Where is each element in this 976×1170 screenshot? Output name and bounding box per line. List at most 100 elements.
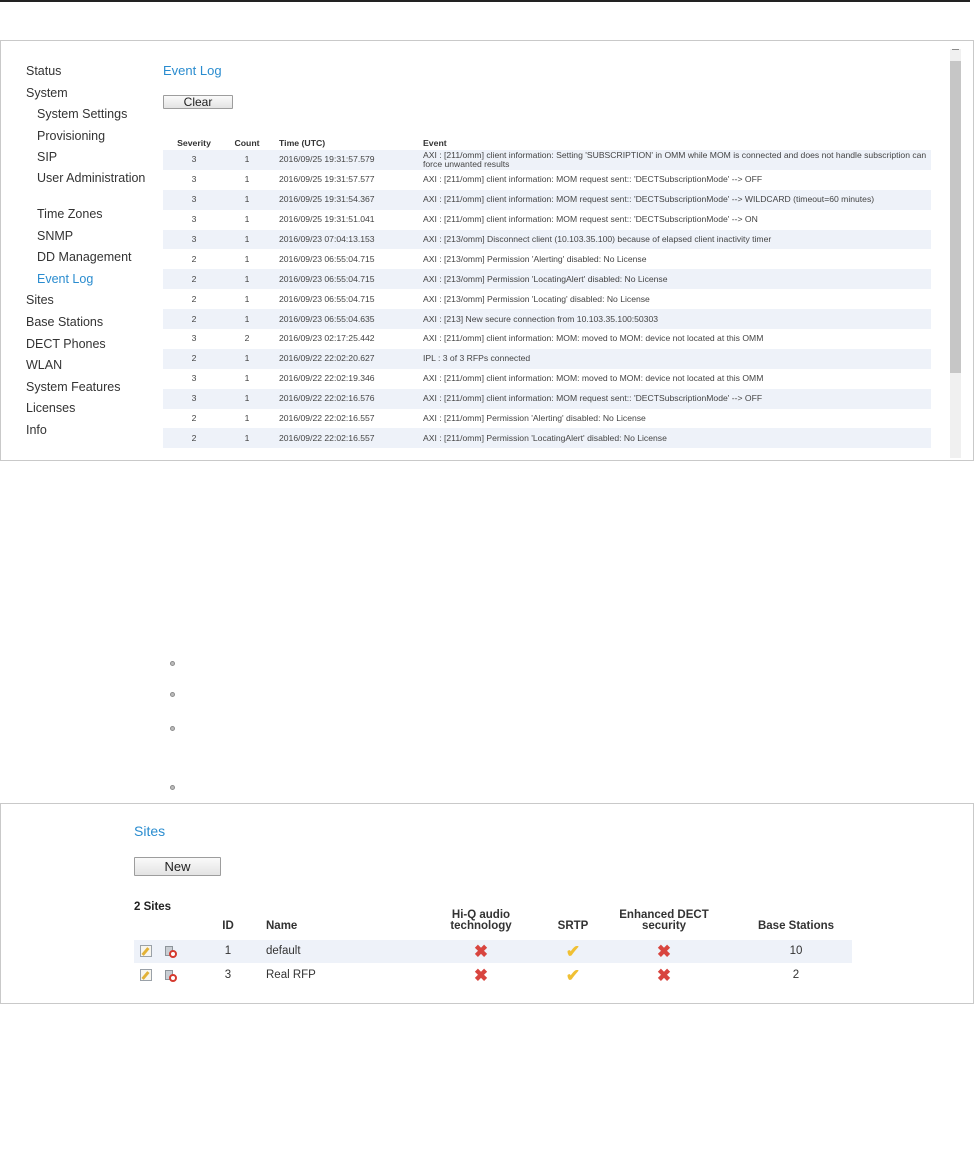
cell-severity: 2 — [191, 253, 197, 264]
cell-severity: 2 — [163, 309, 225, 330]
sidebar-item-wlan[interactable]: WLAN — [26, 355, 156, 377]
sidebar-item-info[interactable]: Info — [26, 420, 156, 442]
cell-count: 1 — [244, 253, 250, 264]
list-bullet — [170, 661, 175, 666]
cross-icon: ✖ — [656, 942, 672, 961]
table-row: 3 1 2016/09/22 22:02:16.576 AXI : [211/omm]… — [163, 388, 931, 409]
col-enhanced-dect[interactable]: Enhanced DECT security — [609, 909, 719, 932]
cell-severity: 3 — [163, 229, 225, 250]
sidebar-item-system-settings[interactable]: System Settings — [26, 104, 156, 126]
col-severity[interactable]: Severity — [163, 135, 225, 150]
cell-severity: 3 — [191, 333, 197, 344]
cell-time: 2016/09/23 06:55:04.635 — [269, 309, 419, 330]
cross-icon: ✖ — [473, 942, 489, 961]
cell-time: 2016/09/25 19:31:54.367 — [269, 189, 419, 210]
col-srtp[interactable]: SRTP — [551, 920, 595, 932]
list-bullet — [170, 785, 175, 790]
cell-severity: 2 — [163, 269, 225, 290]
table-row: 3 2 2016/09/23 02:17:25.442 AXI : [211/omm]… — [163, 329, 931, 349]
cell-count: 1 — [225, 388, 269, 409]
table-row: 2 1 2016/09/23 06:55:04.715 AXI : [213/omm]… — [163, 289, 931, 309]
cell-time: 2016/09/22 22:02:16.557 — [279, 413, 375, 424]
cell-time: 2016/09/23 02:17:25.442 — [279, 333, 375, 344]
col-name[interactable]: Name — [266, 920, 297, 932]
sidebar-item-system-features[interactable]: System Features — [26, 377, 156, 399]
sidebar-item-user-administration[interactable]: User Administration — [26, 169, 156, 204]
cell-severity: 3 — [191, 373, 197, 384]
cell-time: 2016/09/25 19:31:57.579 — [269, 150, 419, 170]
cell-event: IPL : 3 of 3 RFPs connected — [419, 348, 931, 369]
cell-event: AXI : [211/omm] client information: MOM:… — [423, 373, 764, 384]
cell-time: 2016/09/23 06:55:04.715 — [279, 253, 375, 264]
sidebar-item-dect-phones[interactable]: DECT Phones — [26, 334, 156, 356]
sidebar-item-sip[interactable]: SIP — [26, 147, 156, 169]
cell-time: 2016/09/23 06:55:04.715 — [269, 269, 419, 290]
sidebar-item-event-log[interactable]: Event Log — [26, 269, 156, 291]
vertical-scrollbar[interactable] — [950, 49, 961, 458]
cell-name: default — [266, 945, 301, 957]
sidebar-nav: Status System System Settings Provisioning S… — [26, 61, 156, 442]
sidebar-item-snmp[interactable]: SNMP — [26, 226, 156, 248]
cell-time: 2016/09/23 06:55:04.715 — [279, 293, 375, 304]
sidebar-item-time-zones[interactable]: Time Zones — [26, 204, 156, 226]
sidebar-item-licenses[interactable]: Licenses — [26, 398, 156, 420]
cell-severity: 2 — [163, 428, 225, 449]
sidebar-item-dd-management[interactable]: DD Management — [26, 247, 156, 269]
table-row: 3 1 2016/09/23 07:04:13.153 AXI : [213/omm]… — [163, 229, 931, 250]
page-title: Event Log — [163, 63, 222, 78]
edit-icon[interactable] — [140, 945, 152, 957]
table-row: 3 1 2016/09/25 19:31:57.579 AXI : [211/omm]… — [163, 150, 931, 170]
cell-severity: 2 — [191, 413, 197, 424]
new-site-button[interactable]: New — [134, 857, 221, 876]
cell-id: 3 — [224, 969, 232, 981]
delete-icon[interactable] — [164, 968, 177, 982]
cell-hiq: ✖ — [441, 940, 521, 963]
col-event[interactable]: Event — [419, 135, 931, 150]
table-row: 2 1 2016/09/23 06:55:04.635 AXI : [213] New… — [163, 309, 931, 330]
cell-time: 2016/09/25 19:31:51.041 — [279, 214, 375, 225]
table-row: 2 1 2016/09/23 06:55:04.715 AXI : [213/omm]… — [163, 269, 931, 290]
cell-count: 1 — [225, 348, 269, 369]
cell-count: 1 — [244, 293, 250, 304]
col-base-stations[interactable]: Base Stations — [746, 920, 846, 932]
cell-event: AXI : [211/omm] client information: MOM:… — [423, 333, 764, 344]
edit-icon[interactable] — [140, 969, 152, 981]
cell-severity: 3 — [163, 388, 225, 409]
cross-icon: ✖ — [656, 966, 672, 985]
sidebar-item-status[interactable]: Status — [26, 61, 156, 83]
delete-icon[interactable] — [164, 944, 177, 958]
scroll-up-icon[interactable] — [952, 49, 959, 54]
col-id[interactable]: ID — [218, 920, 238, 932]
clear-button[interactable]: Clear — [163, 95, 233, 109]
table-row: 3 1 2016/09/22 22:02:19.346 AXI : [211/omm]… — [163, 369, 931, 389]
cell-event: AXI : [211/omm] client information: MOM … — [423, 214, 758, 225]
cell-severity: 3 — [163, 150, 225, 170]
cell-event: AXI : [211/omm] client information: MOM … — [419, 189, 931, 210]
cell-event: AXI : [213/omm] Disconnect client (10.10… — [419, 229, 931, 250]
list-bullet — [170, 726, 175, 731]
sidebar-item-sites[interactable]: Sites — [26, 290, 156, 312]
sites-screenshot: Sites New 2 Sites ID Name Hi-Q audio tec… — [0, 803, 974, 1004]
col-count[interactable]: Count — [225, 135, 269, 150]
table-row: 3 1 2016/09/25 19:31:51.041 AXI : [211/omm]… — [163, 210, 931, 230]
sidebar-item-system[interactable]: System — [26, 83, 156, 105]
cell-count: 1 — [225, 269, 269, 290]
cell-time: 2016/09/25 19:31:57.577 — [279, 174, 375, 185]
cell-count: 1 — [225, 309, 269, 330]
table-row: 2 1 2016/09/22 22:02:20.627 IPL : 3 of 3 RF… — [163, 348, 931, 369]
scroll-thumb[interactable] — [950, 61, 961, 373]
cell-event: AXI : [211/omm] Permission 'Alerting' di… — [423, 413, 646, 424]
table-row: 2 1 2016/09/23 06:55:04.715 AXI : [213/omm]… — [163, 249, 931, 269]
cell-count: 1 — [225, 189, 269, 210]
sidebar-item-base-stations[interactable]: Base Stations — [26, 312, 156, 334]
table-header-row: Severity Count Time (UTC) Event — [163, 135, 931, 150]
list-bullet — [170, 692, 175, 697]
cell-enhanced: ✖ — [609, 964, 719, 987]
cell-hiq: ✖ — [441, 964, 521, 987]
page-title: Sites — [134, 823, 166, 839]
col-time[interactable]: Time (UTC) — [269, 135, 419, 150]
sidebar-item-provisioning[interactable]: Provisioning — [26, 126, 156, 148]
col-hiq[interactable]: Hi-Q audio technology — [441, 909, 521, 932]
cell-time: 2016/09/22 22:02:16.576 — [269, 388, 419, 409]
cell-count: 1 — [225, 150, 269, 170]
